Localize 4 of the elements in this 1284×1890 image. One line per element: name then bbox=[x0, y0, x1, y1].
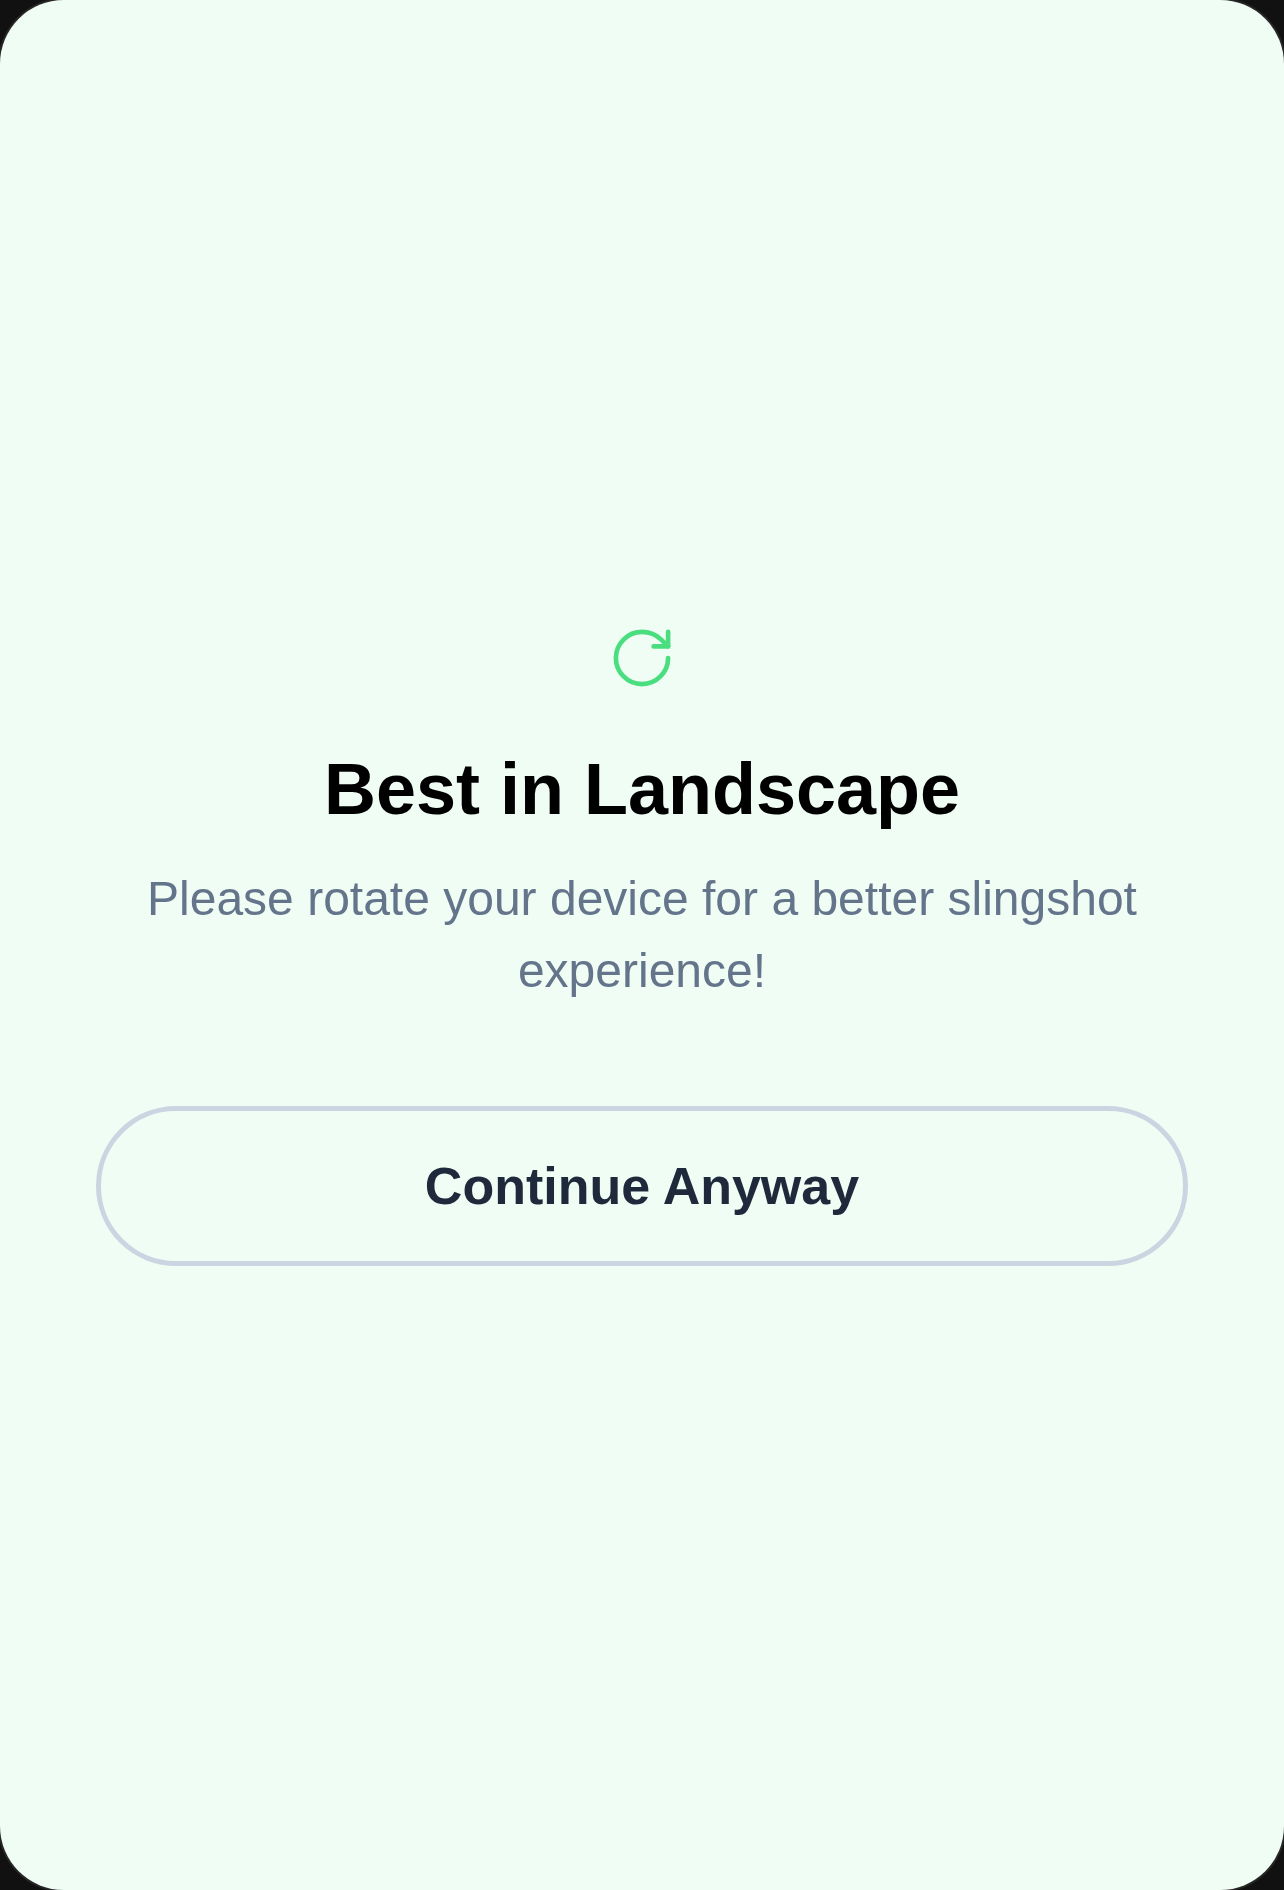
dialog-title: Best in Landscape bbox=[323, 747, 961, 831]
dialog-message: Please rotate your device for a better slingshot experience! bbox=[146, 870, 1138, 999]
continue-button[interactable]: Continue Anyway bbox=[96, 1105, 1188, 1266]
rotate-arrow-icon bbox=[613, 628, 671, 687]
